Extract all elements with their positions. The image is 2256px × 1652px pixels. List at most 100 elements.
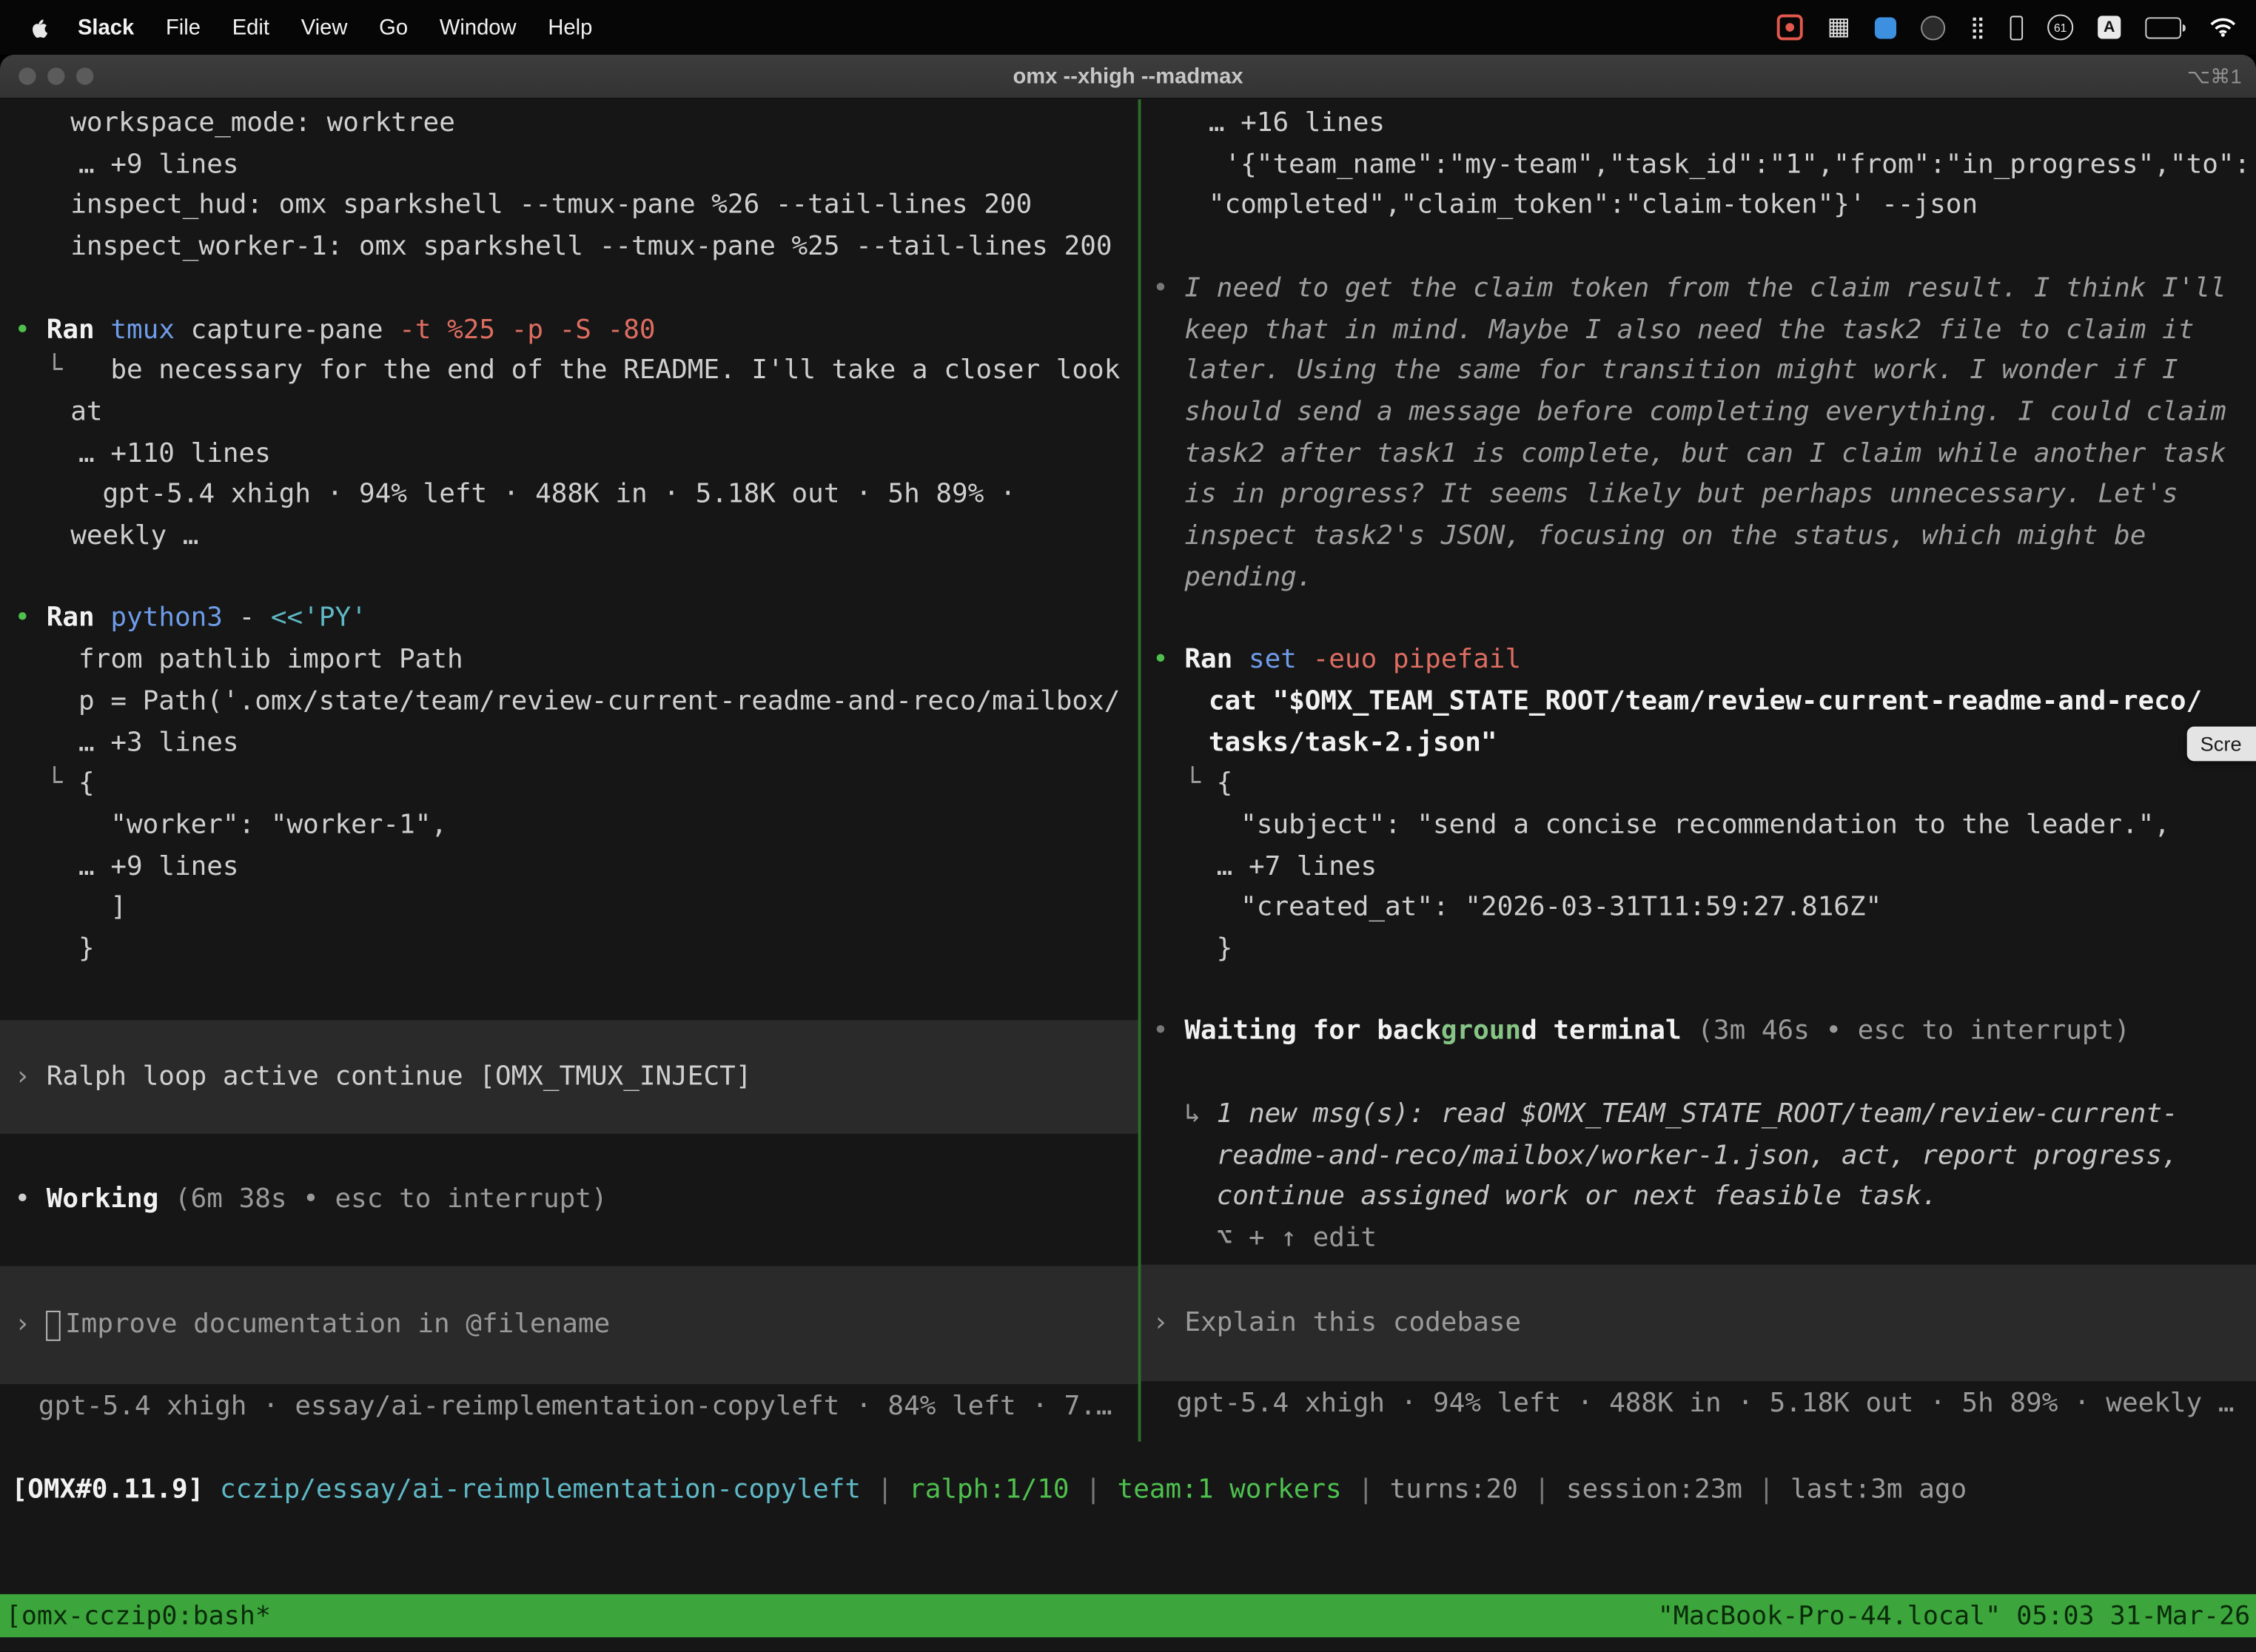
menu-window[interactable]: Window [423, 15, 531, 39]
menu-go[interactable]: Go [363, 15, 424, 39]
status-segment: ralph:1/10 [909, 1474, 1070, 1505]
text-segment: be necessary for the end of the README. … [110, 356, 1120, 386]
text-segment: … +3 lines [78, 728, 239, 758]
text-segment: gpt-5.4 xhigh · 94% left · 488K in · 5.1… [103, 480, 1016, 510]
status-segment: last:3m ago [1790, 1474, 1967, 1505]
terminal-line: • Ran python3 - <<'PY' [0, 599, 1138, 640]
spacer [0, 1135, 1138, 1181]
slim-device-icon[interactable] [2010, 15, 2023, 39]
text-segment: ] [110, 893, 127, 923]
terminal-line: continue assigned work or next feasible … [1141, 1178, 2256, 1219]
menu-edit[interactable]: Edit [216, 15, 285, 39]
tmux-session-label: [omx-cczip0:bash* [6, 1601, 271, 1631]
terminal-line [1141, 1053, 2256, 1095]
text-segment: from pathlib import Path [78, 645, 463, 675]
text-segment: └ [1184, 768, 1216, 799]
text-segment: later. Using the same for transition mig… [1184, 356, 2178, 386]
text-segment: { [1217, 768, 1233, 799]
dark-circle-icon[interactable] [1921, 15, 1945, 39]
wifi-icon[interactable] [2210, 17, 2236, 37]
text-segment: -euo pipefail [1313, 645, 1521, 675]
terminal-line: '{"team_name":"my-team","task_id":"1","f… [1141, 145, 2256, 187]
text-segment: ↳ [1184, 1099, 1216, 1129]
terminal-line: gpt-5.4 xhigh · 94% left · 488K in · 5.1… [0, 475, 1138, 517]
window-titlebar[interactable]: omx --xhigh --madmax ⌥⌘1 [0, 55, 2256, 99]
text-segment: '{"team_name":"my-team","task_id":"1","f… [1225, 150, 2251, 180]
text-segment: task2 after task1 is complete, but can I… [1184, 438, 2226, 469]
input-source-icon[interactable]: A [2098, 16, 2121, 38]
text-segment: I need to get the claim token from the c… [1184, 273, 2226, 303]
terminal-line [1141, 971, 2256, 1013]
menu-bar-left: Slack File Edit View Go Window Help [0, 15, 608, 39]
window-title: omx --xhigh --madmax [1013, 64, 1243, 89]
apple-menu-icon[interactable] [20, 16, 61, 38]
terminal-line: └ be necessary for the end of the README… [0, 352, 1138, 393]
menu-help[interactable]: Help [532, 15, 608, 39]
menu-file[interactable]: File [150, 15, 217, 39]
text-segment: • [1152, 273, 1184, 303]
terminal-line: weekly … [0, 517, 1138, 558]
tmux-panes: workspace_mode: worktree … +9 lines inspec… [0, 99, 2256, 1442]
text-segment: { [78, 768, 95, 799]
text-segment: "created_at": "2026-03-31T11:59:27.816Z" [1241, 893, 1881, 923]
terminal-line [1141, 227, 2256, 269]
status-segment: | [1070, 1474, 1118, 1505]
text-segment: python3 [110, 603, 238, 634]
terminal-line: inspect_worker-1: omx sparkshell --tmux-… [0, 227, 1138, 269]
terminal-line: should send a message before completing … [1141, 393, 2256, 434]
ralph-notice-band[interactable]: › Ralph loop active continue [OMX_TMUX_I… [0, 1020, 1138, 1135]
right-pane[interactable]: … +16 lines'{"team_name":"my-team","task… [1141, 99, 2256, 1442]
text-segment: └ [47, 356, 111, 386]
battery-icon[interactable] [2145, 16, 2185, 38]
prompt-input-band[interactable]: › Explain this codebase [1141, 1264, 2256, 1382]
screen-tooltip[interactable]: Scre [2187, 727, 2256, 762]
zoom-window-button[interactable] [76, 67, 93, 84]
text-segment: • [14, 1185, 46, 1215]
terminal-line: › Improve documentation in @filename [0, 1305, 1138, 1346]
spacer [0, 1222, 1138, 1266]
status-segment: team:1 workers [1118, 1474, 1342, 1505]
blue-app-icon[interactable] [1875, 16, 1896, 38]
close-window-button[interactable] [19, 67, 36, 84]
menu-view[interactable]: View [285, 15, 363, 39]
dots-grid-icon[interactable]: ⣿ [1970, 16, 1985, 38]
terminal-line: › Ralph loop active continue [OMX_TMUX_I… [0, 1057, 1138, 1098]
terminal-line: • Working (6m 38s • esc to interrupt) [0, 1181, 1138, 1222]
gauge-icon[interactable]: 61 [2047, 14, 2073, 40]
text-segment: 1 new msg(s): read $OMX_TEAM_STATE_ROOT/… [1217, 1099, 2178, 1129]
text-segment: › [14, 1061, 46, 1092]
terminal-line: "completed","claim_token":"claim-token"}… [1141, 187, 2256, 228]
status-segment: | [1742, 1474, 1790, 1505]
text-segment: weekly … [70, 521, 198, 551]
terminal-line [0, 269, 1138, 310]
terminal-line: tasks/task-2.json" [1141, 723, 2256, 765]
text-segment: } [1217, 934, 1233, 964]
menu-bar: Slack File Edit View Go Window Help ▦ ⣿ … [0, 0, 2256, 55]
terminal-line: from pathlib import Path [0, 640, 1138, 682]
grid-icon[interactable]: ▦ [1827, 15, 1850, 39]
text-segment: inspect_worker-1: omx sparkshell --tmux-… [70, 232, 1112, 262]
terminal-line: } [1141, 930, 2256, 971]
terminal-line: keep that in mind. Maybe I also need the… [1141, 310, 2256, 352]
text-segment: } [78, 934, 95, 964]
screen-recording-icon[interactable] [1777, 14, 1803, 40]
text-segment: readme-and-reco/mailbox/worker-1.json, a… [1217, 1141, 2178, 1171]
text-segment: • [1152, 645, 1184, 675]
text-segment: … +9 lines [78, 150, 239, 180]
status-segment: | [861, 1474, 909, 1505]
terminal-line: workspace_mode: worktree [0, 104, 1138, 145]
omx-status-line: [OMX#0.11.9] cczip/essay/ai-reimplementa… [0, 1471, 2256, 1512]
menu-app-name[interactable]: Slack [62, 15, 150, 39]
left-pane[interactable]: workspace_mode: worktree … +9 lines inspec… [0, 99, 1138, 1442]
text-segment: Ralph loop active continue [OMX_TMUX_INJ… [47, 1061, 752, 1092]
terminal-line: p = Path('.omx/state/team/review-current… [0, 682, 1138, 723]
prompt-input-band[interactable]: › Improve documentation in @filename [0, 1266, 1138, 1384]
terminal-line: inspect task2's JSON, focusing on the st… [1141, 517, 2256, 558]
terminal-window: omx --xhigh --madmax ⌥⌘1 workspace_mode:… [0, 55, 2256, 1652]
minimize-window-button[interactable] [47, 67, 64, 84]
terminal-line: inspect_hud: omx sparkshell --tmux-pane … [0, 187, 1138, 228]
text-segment: gpt-5.4 xhigh · essay/ai-reimplementatio… [38, 1391, 1112, 1421]
terminal-line: "worker": "worker-1", [0, 805, 1138, 847]
text-segment: … +9 lines [78, 851, 239, 882]
text-segment: <<'PY' [271, 603, 367, 634]
